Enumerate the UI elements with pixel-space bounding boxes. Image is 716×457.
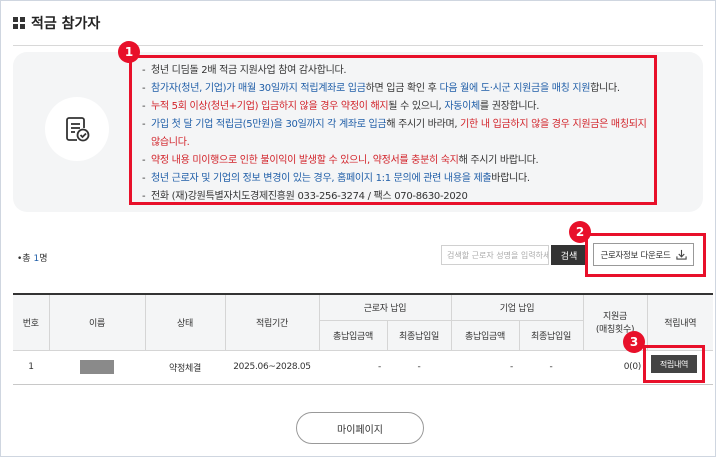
cell-subsidy: 0(0) [583, 350, 648, 385]
participants-table-wrap: 번호 이름 상태 적립기간 근로자 납입 기업 납입 지원금 (매칭횟수) 적립내… [13, 293, 714, 385]
notice-item: - 전화 (재)강원특별자치도경제진흥원 033-256-3274 / 팩스 07… [142, 188, 648, 206]
notice-item: - 참가자(청년, 기업)가 매월 30일까지 적립계좌로 입금하면 입금 확인 … [142, 80, 648, 98]
cell-company-last: - [519, 350, 584, 385]
header-detail: 적립내역 [646, 293, 714, 351]
cell-status: 약정체결 [145, 350, 225, 385]
cell-company-total: - [451, 350, 519, 385]
notice-text: 가입 첫 달 기업 적립금(5만원)을 30일까지 각 계좌로 입금 [151, 119, 387, 130]
annotation-badge-1: 1 [118, 41, 140, 63]
download-worker-info-button[interactable]: 근로자정보 다운로드 [593, 243, 694, 266]
bullet-dash: - [142, 101, 146, 112]
header-no: 번호 [13, 293, 50, 351]
header-status: 상태 [144, 293, 226, 351]
header-company-last: 최종납입일 [518, 319, 584, 351]
notice-text: 전화 (재)강원특별자치도경제진흥원 033-256-3274 / 팩스 070… [151, 191, 468, 202]
notice-text: 기한 내 입금하지 않을 경우 지원금은 매칭되지 [460, 119, 647, 130]
download-label: 근로자정보 다운로드 [600, 250, 671, 261]
notice-item: - 청년 근로자 및 기업의 정보 변경이 있는 경우, 홈페이지 1:1 문의에… [142, 170, 648, 188]
notice-text: 않습니다. [151, 137, 190, 148]
bullet-dash: - [142, 155, 146, 166]
bullet-dash: - [142, 119, 146, 130]
bullet-dash: - [142, 173, 146, 184]
notice-text: 참가자(청년, 기업)가 매월 30일까지 적립계좌로 입금 [151, 83, 366, 94]
header-subsidy-label: 지원금 [603, 312, 627, 323]
notice-text: 해 주시기 바랍니다. [458, 155, 539, 166]
notice-text: 약정 내용 미이행으로 인한 불이익이 발생할 수 있으니, 약정서를 충분히 … [151, 155, 459, 166]
notice-list: - 청년 디딤돌 2배 적금 지원사업 참여 감사합니다. - 참가자(청년, 기업)… [129, 55, 657, 205]
notice-icon-circle [45, 97, 109, 161]
notice-text: 될 수 있으니, [388, 101, 445, 112]
download-icon [675, 249, 687, 260]
cell-name [49, 350, 145, 385]
search-button[interactable]: 검색 [551, 245, 587, 265]
header-company-payment: 기업 납입 [450, 293, 584, 321]
participants-table: 번호 이름 상태 적립기간 근로자 납입 기업 납입 지원금 (매칭횟수) 적립내… [13, 293, 714, 385]
notice-text: 누적 5회 이상(청년+기업) 입금하지 않을 경우 약정이 해지 [151, 101, 389, 112]
annotation-badge-2: 2 [569, 221, 591, 243]
page-header: 적금 참가자 [13, 13, 100, 33]
search-placeholder: 검색할 근로자 성명을 입력하세요 [447, 250, 549, 260]
cell-period: 2025.06~2028.05 [225, 350, 319, 385]
bullet-dash: - [142, 83, 146, 94]
header-worker-payment: 근로자 납입 [318, 293, 452, 321]
header-period: 적립기간 [224, 293, 320, 351]
header-company-total: 총납입금액 [450, 319, 520, 351]
notice-item: - 누적 5회 이상(청년+기업) 입금하지 않을 경우 약정이 해지될 수 있으… [142, 98, 648, 116]
total-prefix: •총 [17, 254, 34, 264]
annotation-badge-3: 3 [623, 331, 645, 353]
notice-text: 해 주시기 바라며, [386, 119, 461, 130]
page-title: 적금 참가자 [31, 16, 101, 32]
notice-item: 않습니다. [142, 134, 648, 152]
notice-text: 바랍니다. [491, 173, 530, 184]
cell-worker-total: - [319, 350, 387, 385]
header-worker-last: 최종납입일 [386, 319, 452, 351]
notice-item: - 청년 디딤돌 2배 적금 지원사업 참여 감사합니다. [142, 62, 648, 80]
notice-item: - 약정 내용 미이행으로 인한 불이익이 발생할 수 있으니, 약정서를 충분히… [142, 152, 648, 170]
grid-icon [13, 17, 25, 29]
total-count: •총 1명 [17, 251, 47, 264]
bullet-dash: - [142, 65, 146, 76]
notice-text: 청년 디딤돌 2배 적금 지원사업 참여 감사합니다. [151, 65, 347, 76]
notice-text: 를 권장합니다. [479, 101, 540, 112]
header-name: 이름 [48, 293, 146, 351]
notice-item: - 가입 첫 달 기업 적립금(5만원)을 30일까지 각 계좌로 입금해 주시기… [142, 116, 648, 134]
notice-text: 하면 입금 확인 후 [365, 83, 440, 94]
header-worker-total: 총납입금액 [319, 319, 388, 351]
cell-no: 1 [13, 350, 49, 385]
document-check-icon [66, 117, 90, 142]
notice-text: 합니다. [590, 83, 620, 94]
title-divider [13, 45, 703, 46]
notice-text: 청년 근로자 및 기업의 정보 변경이 있는 경우, 홈페이지 1:1 문의에 … [151, 173, 492, 184]
redacted-name [80, 360, 114, 374]
search-input[interactable]: 검색할 근로자 성명을 입력하세요 [441, 245, 549, 265]
notice-text: 다음 월에 도·시군 지원금을 매칭 지원 [439, 83, 591, 94]
detail-button[interactable]: 적립내역 [651, 355, 697, 373]
table-row: 1 약정체결 2025.06~2028.05 - - - - 0(0) [13, 350, 714, 385]
total-suffix: 명 [39, 254, 48, 264]
cell-worker-last: - [387, 350, 451, 385]
notice-text: 자동이체 [444, 101, 480, 112]
mypage-button[interactable]: 마이페이지 [296, 412, 424, 444]
bullet-dash: - [142, 191, 146, 202]
